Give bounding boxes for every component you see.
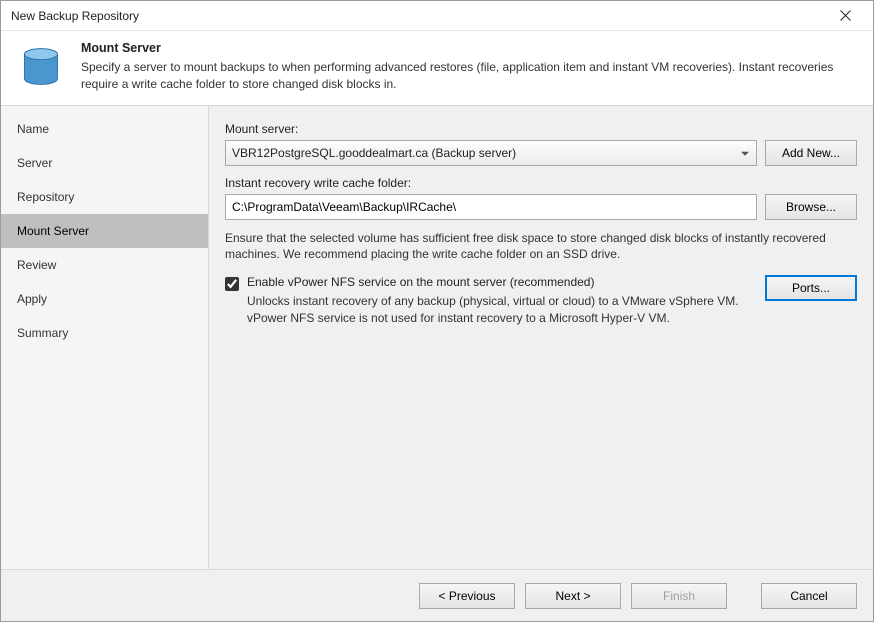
vpower-body: Enable vPower NFS service on the mount s… — [247, 275, 745, 327]
add-new-button[interactable]: Add New... — [765, 140, 857, 166]
browse-button[interactable]: Browse... — [765, 194, 857, 220]
close-icon — [840, 10, 851, 21]
mount-server-label: Mount server: — [225, 122, 857, 136]
close-button[interactable] — [825, 2, 865, 30]
cancel-button[interactable]: Cancel — [761, 583, 857, 609]
finish-button[interactable]: Finish — [631, 583, 727, 609]
sidebar-item-server[interactable]: Server — [1, 146, 208, 180]
vpower-checkbox[interactable] — [225, 277, 239, 291]
vpower-description: Unlocks instant recovery of any backup (… — [247, 293, 745, 327]
database-icon — [19, 45, 63, 89]
previous-button[interactable]: < Previous — [419, 583, 515, 609]
sidebar-item-name[interactable]: Name — [1, 112, 208, 146]
header-description: Specify a server to mount backups to whe… — [81, 59, 859, 93]
sidebar-item-repository[interactable]: Repository — [1, 180, 208, 214]
ports-button[interactable]: Ports... — [765, 275, 857, 301]
header-text: Mount Server Specify a server to mount b… — [81, 41, 859, 93]
main-panel: Mount server: VBR12PostgreSQL.gooddealma… — [209, 106, 873, 569]
dialog-window: New Backup Repository — [0, 0, 874, 622]
header-icon-wrap — [15, 41, 67, 93]
wizard-header: Mount Server Specify a server to mount b… — [1, 31, 873, 106]
vpower-label: Enable vPower NFS service on the mount s… — [247, 275, 745, 289]
wizard-steps: Name Server Repository Mount Server Revi… — [1, 106, 209, 569]
mount-server-dropdown[interactable]: VBR12PostgreSQL.gooddealmart.ca (Backup … — [225, 140, 757, 166]
sidebar-item-review[interactable]: Review — [1, 248, 208, 282]
cache-folder-label: Instant recovery write cache folder: — [225, 176, 857, 190]
sidebar-item-apply[interactable]: Apply — [1, 282, 208, 316]
cache-folder-input[interactable] — [225, 194, 757, 220]
mount-server-value: VBR12PostgreSQL.gooddealmart.ca (Backup … — [225, 140, 757, 166]
header-title: Mount Server — [81, 41, 859, 55]
wizard-footer: < Previous Next > Finish Cancel — [1, 569, 873, 621]
wizard-body: Name Server Repository Mount Server Revi… — [1, 106, 873, 569]
sidebar-item-mount-server[interactable]: Mount Server — [1, 214, 208, 248]
next-button[interactable]: Next > — [525, 583, 621, 609]
sidebar-item-summary[interactable]: Summary — [1, 316, 208, 350]
titlebar: New Backup Repository — [1, 1, 873, 31]
window-title: New Backup Repository — [11, 9, 825, 23]
cache-folder-hint: Ensure that the selected volume has suff… — [225, 230, 857, 264]
